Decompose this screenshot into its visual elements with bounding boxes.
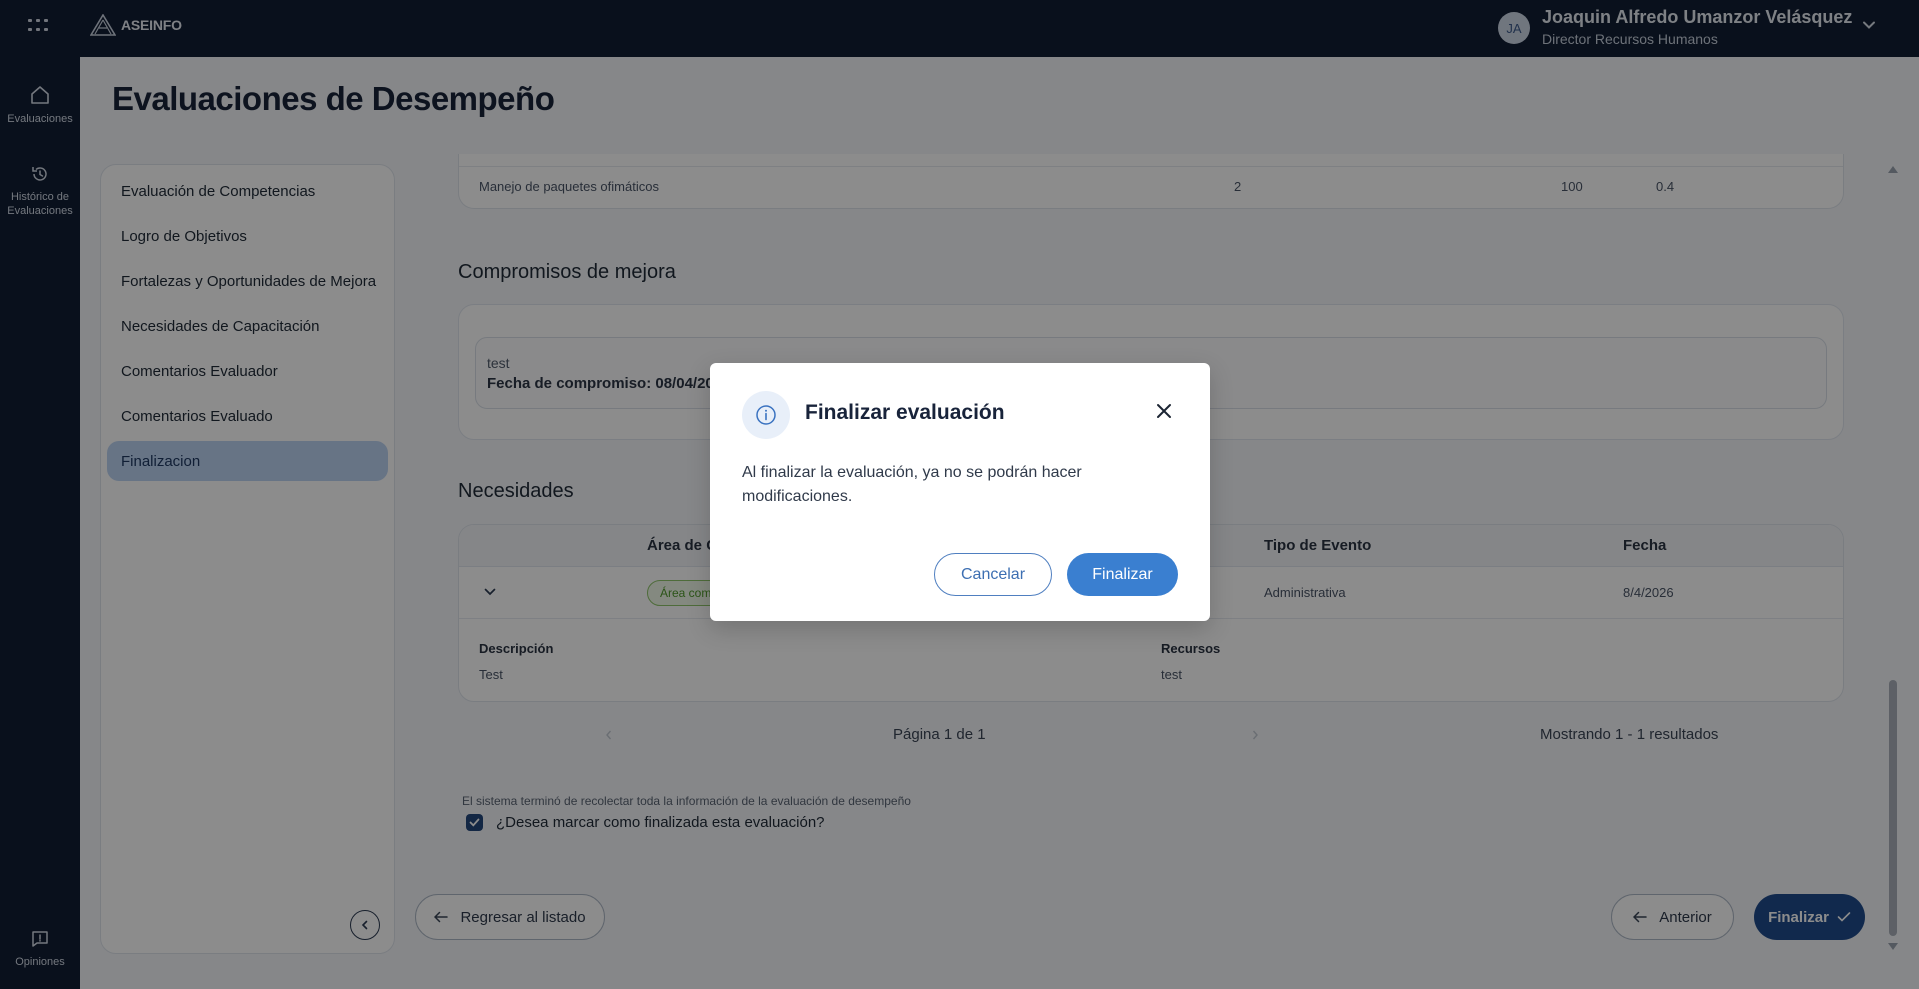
finalize-dialog: Finalizar evaluación Al finalizar la eva…: [710, 363, 1210, 621]
dialog-title: Finalizar evaluación: [805, 401, 1005, 424]
confirm-finalize-button[interactable]: Finalizar: [1067, 553, 1178, 596]
dialog-message: Al finalizar la evaluación, ya no se pod…: [742, 464, 1082, 505]
info-icon: [742, 391, 790, 439]
cancel-button[interactable]: Cancelar: [934, 553, 1052, 596]
close-icon[interactable]: [1152, 399, 1176, 423]
